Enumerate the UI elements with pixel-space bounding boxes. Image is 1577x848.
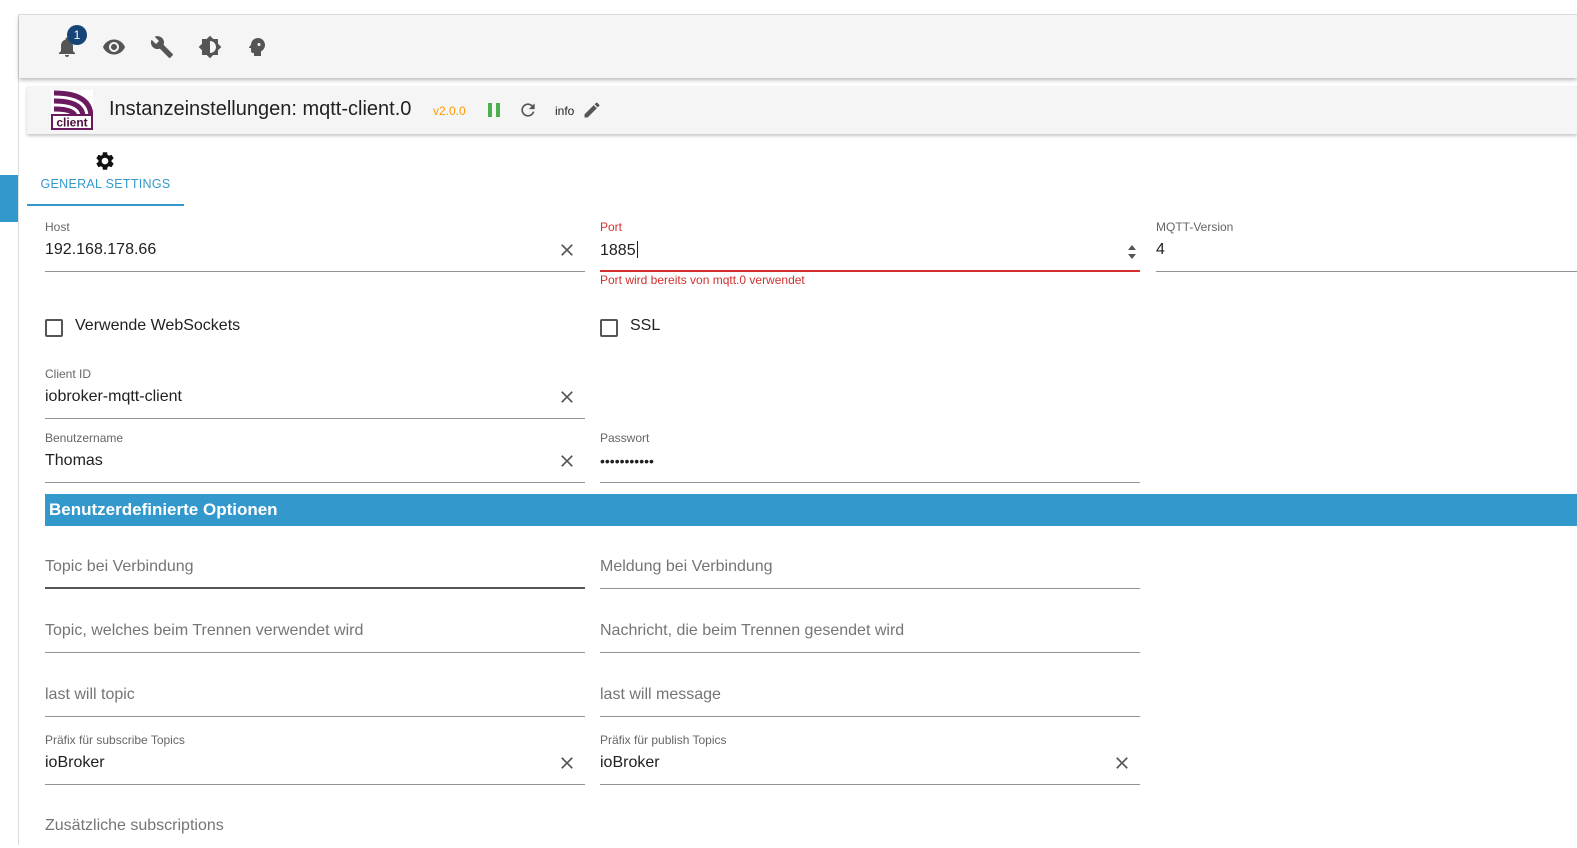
input-underline-error [600, 270, 1140, 272]
input-underline [45, 587, 585, 589]
password-input[interactable]: ••••••••••• [600, 453, 654, 469]
username-input[interactable]: Thomas [45, 452, 103, 470]
input-underline [1156, 271, 1577, 272]
clear-icon[interactable] [557, 753, 577, 773]
page-title: Instanzeinstellungen: mqtt-client.0 [109, 98, 412, 120]
checkbox-box[interactable] [45, 319, 63, 337]
extra-subscriptions-input[interactable]: Zusätzliche subscriptions [45, 808, 585, 848]
tab-general-settings[interactable]: GENERAL SETTINGS [27, 148, 184, 206]
last-will-message-input[interactable]: last will message [600, 677, 1140, 717]
websockets-checkbox[interactable]: Verwende WebSockets [45, 315, 345, 339]
restart-icon[interactable] [518, 100, 538, 120]
top-toolbar: 1 [19, 15, 1577, 78]
username-label: Benutzername [45, 431, 124, 445]
tab-label: GENERAL SETTINGS [40, 177, 171, 191]
input-underline [45, 418, 585, 419]
placeholder: Zusätzliche subscriptions [45, 817, 224, 834]
input-underline [45, 271, 585, 272]
port-field[interactable]: Port 1885 [600, 220, 1140, 272]
clear-icon[interactable] [1112, 753, 1132, 773]
port-value: 1885 [600, 242, 636, 259]
section-header: Benutzerdefinierte Optionen [45, 494, 1577, 526]
disconnect-topic-input[interactable]: Topic, welches beim Trennen verwendet wi… [45, 613, 585, 653]
subscribe-prefix-input[interactable]: ioBroker [45, 754, 105, 772]
checkbox-box[interactable] [600, 319, 618, 337]
mqtt-version-label: MQTT-Version [1156, 220, 1234, 234]
password-field[interactable]: Passwort ••••••••••• [600, 431, 1140, 483]
host-input[interactable]: 192.168.178.66 [45, 241, 156, 259]
input-underline [45, 652, 585, 653]
placeholder: Meldung bei Verbindung [600, 558, 773, 575]
tab-indicator [27, 204, 184, 206]
placeholder: Topic, welches beim Trennen verwendet wi… [45, 622, 364, 639]
left-sidebar [0, 14, 19, 845]
host-field[interactable]: Host 192.168.178.66 [45, 220, 585, 272]
input-underline [600, 588, 1140, 589]
placeholder: Nachricht, die beim Trennen gesendet wir… [600, 622, 905, 639]
disconnect-message-input[interactable]: Nachricht, die beim Trennen gesendet wir… [600, 613, 1140, 653]
client-id-field[interactable]: Client ID iobroker-mqtt-client [45, 367, 585, 419]
subscribe-prefix-field[interactable]: Präfix für subscribe Topics ioBroker [45, 733, 585, 785]
pause-icon[interactable] [484, 100, 504, 120]
info-link[interactable]: info [555, 104, 574, 118]
client-id-input[interactable]: iobroker-mqtt-client [45, 388, 182, 406]
bell-icon[interactable]: 1 [55, 25, 87, 59]
input-underline [600, 716, 1140, 717]
clear-icon[interactable] [557, 240, 577, 260]
mqtt-version-field[interactable]: MQTT-Version 4 [1156, 220, 1577, 272]
expert-head-icon[interactable] [245, 35, 269, 59]
publish-prefix-label: Präfix für publish Topics [600, 733, 727, 747]
client-id-label: Client ID [45, 367, 92, 381]
input-underline [600, 652, 1140, 653]
gear-icon [94, 150, 116, 172]
eye-icon[interactable] [102, 35, 126, 59]
placeholder: last will message [600, 686, 721, 703]
text-cursor [636, 241, 638, 258]
connect-message-input[interactable]: Meldung bei Verbindung [600, 549, 1140, 589]
section-title: Benutzerdefinierte Optionen [49, 500, 278, 519]
sidebar-active-indicator[interactable] [0, 175, 18, 222]
input-underline [600, 784, 1140, 785]
instance-settings-panel: client Instanzeinstellungen: mqtt-client… [27, 86, 1577, 845]
placeholder: Topic bei Verbindung [45, 558, 194, 575]
mqtt-version-input[interactable]: 4 [1156, 241, 1165, 259]
clear-icon[interactable] [557, 387, 577, 407]
adapter-logo: client [51, 90, 93, 130]
ssl-checkbox[interactable]: SSL [600, 315, 800, 339]
logo-text: client [56, 116, 87, 130]
number-spinner-icon[interactable] [1127, 242, 1137, 262]
clear-icon[interactable] [557, 451, 577, 471]
input-underline [45, 716, 585, 717]
connect-topic-input[interactable]: Topic bei Verbindung [45, 549, 585, 589]
port-error-text: Port wird bereits von mqtt.0 verwendet [600, 273, 805, 287]
brightness-icon[interactable] [198, 35, 222, 59]
wrench-icon[interactable] [150, 35, 174, 59]
subscribe-prefix-label: Präfix für subscribe Topics [45, 733, 185, 747]
host-label: Host [45, 220, 70, 234]
publish-prefix-field[interactable]: Präfix für publish Topics ioBroker [600, 733, 1140, 785]
username-field[interactable]: Benutzername Thomas [45, 431, 585, 483]
publish-prefix-input[interactable]: ioBroker [600, 754, 660, 772]
input-underline [45, 784, 585, 785]
browser-tab-strip [0, 0, 1577, 15]
port-label: Port [600, 220, 623, 234]
ssl-label: SSL [630, 317, 661, 334]
input-underline [45, 482, 585, 483]
panel-header: client Instanzeinstellungen: mqtt-client… [27, 86, 1577, 134]
input-underline [600, 482, 1140, 483]
version-label: v2.0.0 [433, 104, 466, 118]
last-will-topic-input[interactable]: last will topic [45, 677, 585, 717]
notification-badge: 1 [67, 25, 87, 45]
port-input[interactable]: 1885 [600, 241, 638, 260]
websockets-label: Verwende WebSockets [75, 317, 241, 334]
placeholder: last will topic [45, 686, 135, 703]
password-label: Passwort [600, 431, 650, 445]
edit-pencil-icon[interactable] [582, 100, 602, 120]
